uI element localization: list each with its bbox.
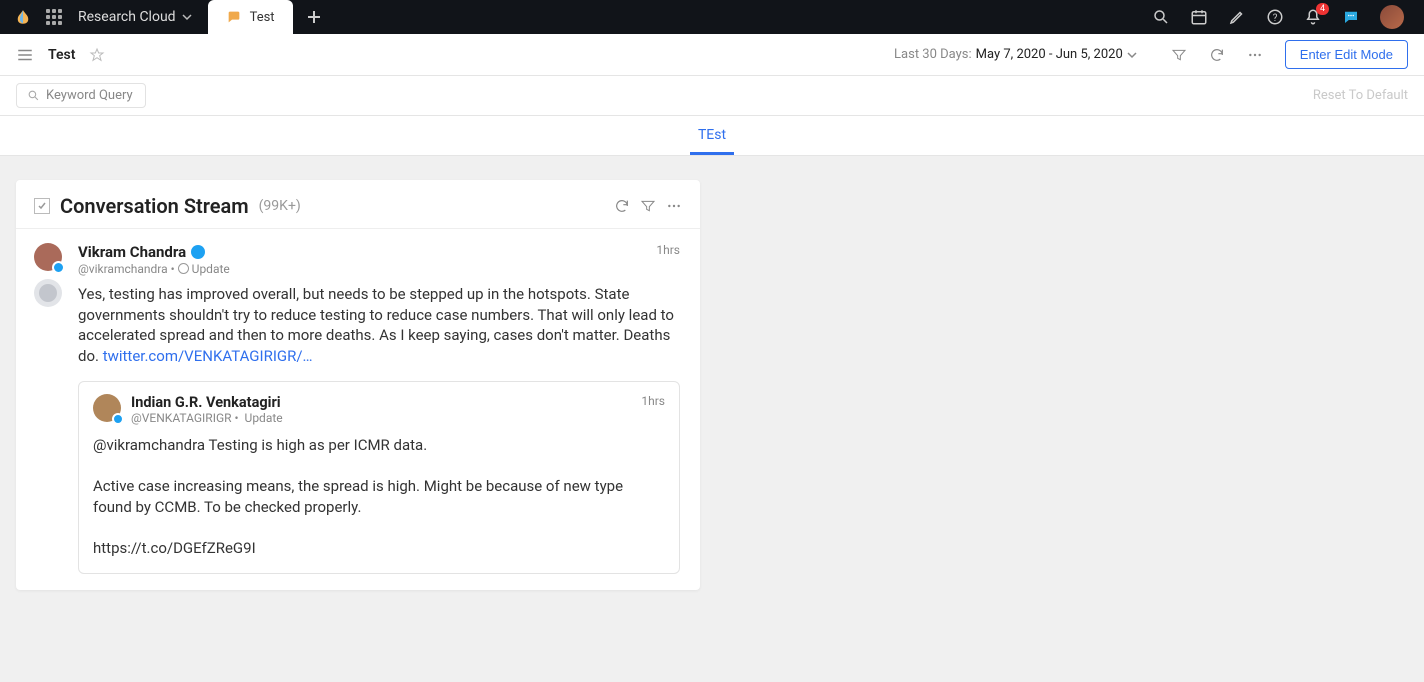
quote-handle-line: @VENKATAGIRIGR • Update — [131, 411, 283, 425]
secondary-avatar[interactable] — [34, 279, 62, 307]
query-bar: Keyword Query Reset To Default — [0, 76, 1424, 116]
page-title: Test — [48, 47, 75, 63]
notif-badge: 4 — [1316, 3, 1329, 15]
post-link[interactable]: twitter.com/VENKATAGIRIGR/… — [103, 347, 313, 365]
tab-label: Test — [250, 10, 275, 25]
edit-button[interactable] — [1228, 8, 1246, 26]
user-avatar[interactable] — [1380, 5, 1404, 29]
keyword-query-input[interactable]: Keyword Query — [16, 83, 146, 108]
widget-header: Conversation Stream (99K+) — [16, 180, 700, 228]
quote-avatar[interactable] — [93, 394, 121, 422]
menu-button[interactable] — [16, 46, 34, 64]
select-all-checkbox[interactable] — [34, 198, 50, 214]
twitter-source-icon — [52, 261, 65, 274]
reset-to-default-button[interactable]: Reset To Default — [1313, 88, 1408, 103]
brand-logo[interactable] — [0, 8, 46, 26]
refresh-icon — [614, 198, 630, 214]
widget-title: Conversation Stream — [60, 194, 249, 218]
dashboard-canvas: Conversation Stream (99K+) Vikr — [0, 156, 1424, 682]
message-icon — [1342, 8, 1360, 26]
widget-more-button[interactable] — [666, 198, 682, 214]
more-horizontal-icon — [1247, 47, 1263, 63]
quote-author[interactable]: Indian G.R. Venkatagiri — [131, 394, 283, 411]
pencil-icon — [1228, 8, 1246, 26]
post-body: Yes, testing has improved overall, but n… — [78, 284, 680, 367]
conversation-stream-widget: Conversation Stream (99K+) Vikr — [16, 180, 700, 590]
notifications-button[interactable]: 4 — [1304, 8, 1322, 26]
help-icon: ? — [1266, 8, 1284, 26]
globe-icon — [178, 263, 189, 274]
chat-icon — [226, 9, 242, 25]
daterange-prefix: Last 30 Days: — [894, 47, 972, 62]
hamburger-icon — [16, 46, 34, 64]
calendar-icon — [1190, 8, 1208, 26]
enter-edit-mode-button[interactable]: Enter Edit Mode — [1285, 40, 1408, 69]
page-header-bar: Test Last 30 Days: May 7, 2020 - Jun 5, … — [0, 34, 1424, 76]
quote-handle: @VENKATAGIRIGR — [131, 411, 232, 425]
post: Vikram Chandra @vikramchandra • Update 1… — [16, 229, 700, 590]
author-avatar[interactable] — [34, 243, 62, 271]
filter-button[interactable] — [1171, 47, 1187, 63]
star-icon — [89, 47, 105, 63]
keyword-query-placeholder: Keyword Query — [46, 88, 133, 103]
post-timestamp: 1hrs — [656, 243, 680, 257]
widget-filter-button[interactable] — [640, 198, 656, 214]
filter-icon — [640, 198, 656, 214]
tab-active[interactable]: Test — [208, 0, 293, 34]
calendar-button[interactable] — [1190, 8, 1208, 26]
subtab-active[interactable]: TEst — [690, 127, 734, 155]
workspace-switcher[interactable]: Research Cloud — [78, 9, 202, 25]
chevron-down-icon — [182, 12, 192, 22]
post-handle: @vikramchandra — [78, 262, 168, 276]
daterange-value: May 7, 2020 - Jun 5, 2020 — [976, 47, 1123, 62]
chevron-down-icon — [1127, 50, 1137, 60]
quote-meta-action: Update — [245, 411, 283, 425]
subtab-bar: TEst — [0, 116, 1424, 156]
filter-icon — [1171, 47, 1187, 63]
workspace-name: Research Cloud — [78, 9, 176, 25]
more-horizontal-icon — [666, 198, 682, 214]
post-author[interactable]: Vikram Chandra — [78, 243, 230, 261]
post-handle-line: @vikramchandra • Update — [78, 262, 230, 276]
date-range-picker[interactable]: Last 30 Days: May 7, 2020 - Jun 5, 2020 — [894, 47, 1137, 62]
svg-text:?: ? — [1273, 13, 1278, 24]
quote-timestamp: 1hrs — [641, 394, 665, 408]
post-author-name: Vikram Chandra — [78, 243, 186, 261]
refresh-button[interactable] — [1209, 47, 1225, 63]
check-icon — [37, 201, 47, 211]
search-icon — [1152, 8, 1170, 26]
refresh-icon — [1209, 47, 1225, 63]
twitter-source-icon — [112, 413, 124, 425]
help-button[interactable]: ? — [1266, 8, 1284, 26]
more-button[interactable] — [1247, 47, 1263, 63]
apps-launcher-icon[interactable] — [46, 9, 62, 25]
search-icon — [27, 89, 40, 102]
quoted-post: Indian G.R. Venkatagiri @VENKATAGIRIGR •… — [78, 381, 680, 574]
messages-button[interactable] — [1342, 8, 1360, 26]
widget-count: (99K+) — [259, 198, 301, 214]
plus-icon — [307, 10, 321, 24]
quote-body: @vikramchandra Testing is high as per IC… — [93, 435, 665, 559]
widget-refresh-button[interactable] — [614, 198, 630, 214]
post-meta-action: Update — [192, 262, 230, 276]
add-tab-button[interactable] — [299, 2, 329, 32]
favorite-button[interactable] — [89, 47, 105, 63]
topbar: Research Cloud Test ? 4 — [0, 0, 1424, 34]
search-button[interactable] — [1152, 8, 1170, 26]
verified-badge-icon — [191, 245, 205, 259]
